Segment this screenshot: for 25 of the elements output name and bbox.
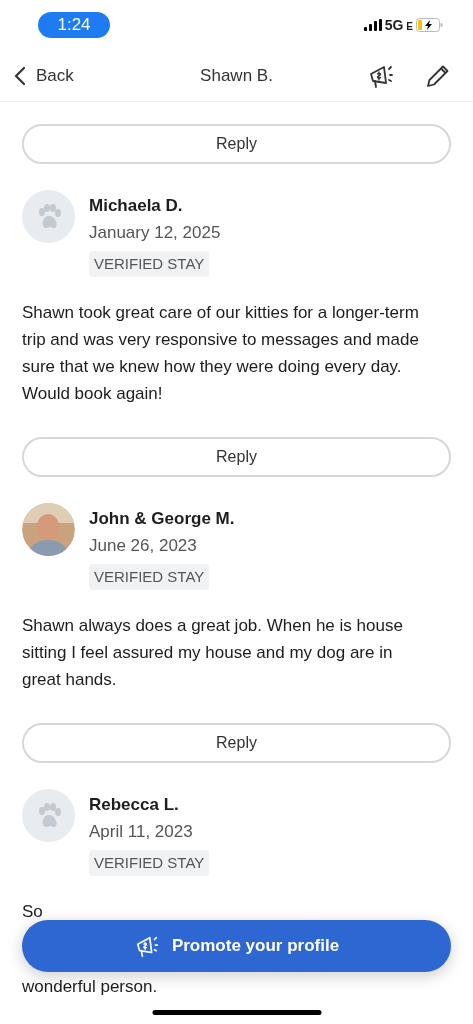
verified-badge: VERIFIED STAY <box>89 850 210 876</box>
reviewer-name: John & George M. <box>89 508 235 530</box>
verified-badge: VERIFIED STAY <box>89 564 210 590</box>
verified-badge: VERIFIED STAY <box>89 251 210 277</box>
chevron-left-icon <box>14 65 26 86</box>
battery-icon <box>416 18 443 32</box>
network-suffix: E <box>406 20 413 34</box>
back-button[interactable]: Back <box>14 62 74 89</box>
status-time: 1:24 <box>38 12 110 38</box>
signal-icon <box>363 19 382 31</box>
review-text: So <box>22 901 44 923</box>
review-date: April 11, 2023 <box>89 821 194 843</box>
review-text: Shawn took great care of our kitties for a longer-term trip and was very responsive to messages and made sure that we knew how they were doing every day. Would book again! <box>22 302 420 405</box>
page-title: Shawn B. <box>200 64 273 87</box>
network-label: 5G <box>384 15 404 35</box>
review-date: June 26, 2023 <box>89 535 198 557</box>
reviewer-name: Rebecca L. <box>89 794 180 816</box>
review-text: wonderful person. <box>22 976 159 998</box>
reviewer-name: Michaela D. <box>89 195 184 217</box>
promote-button[interactable]: Promote your profile <box>22 920 451 972</box>
reply-button[interactable]: Reply <box>22 437 451 477</box>
reply-button[interactable]: Reply <box>22 723 451 763</box>
reply-button[interactable]: Reply <box>22 124 451 164</box>
review-text: Shawn always does a great job. When he is house sitting I feel assured my house and my dog are in great hands. <box>22 615 404 691</box>
review-date: January 12, 2025 <box>89 222 221 244</box>
